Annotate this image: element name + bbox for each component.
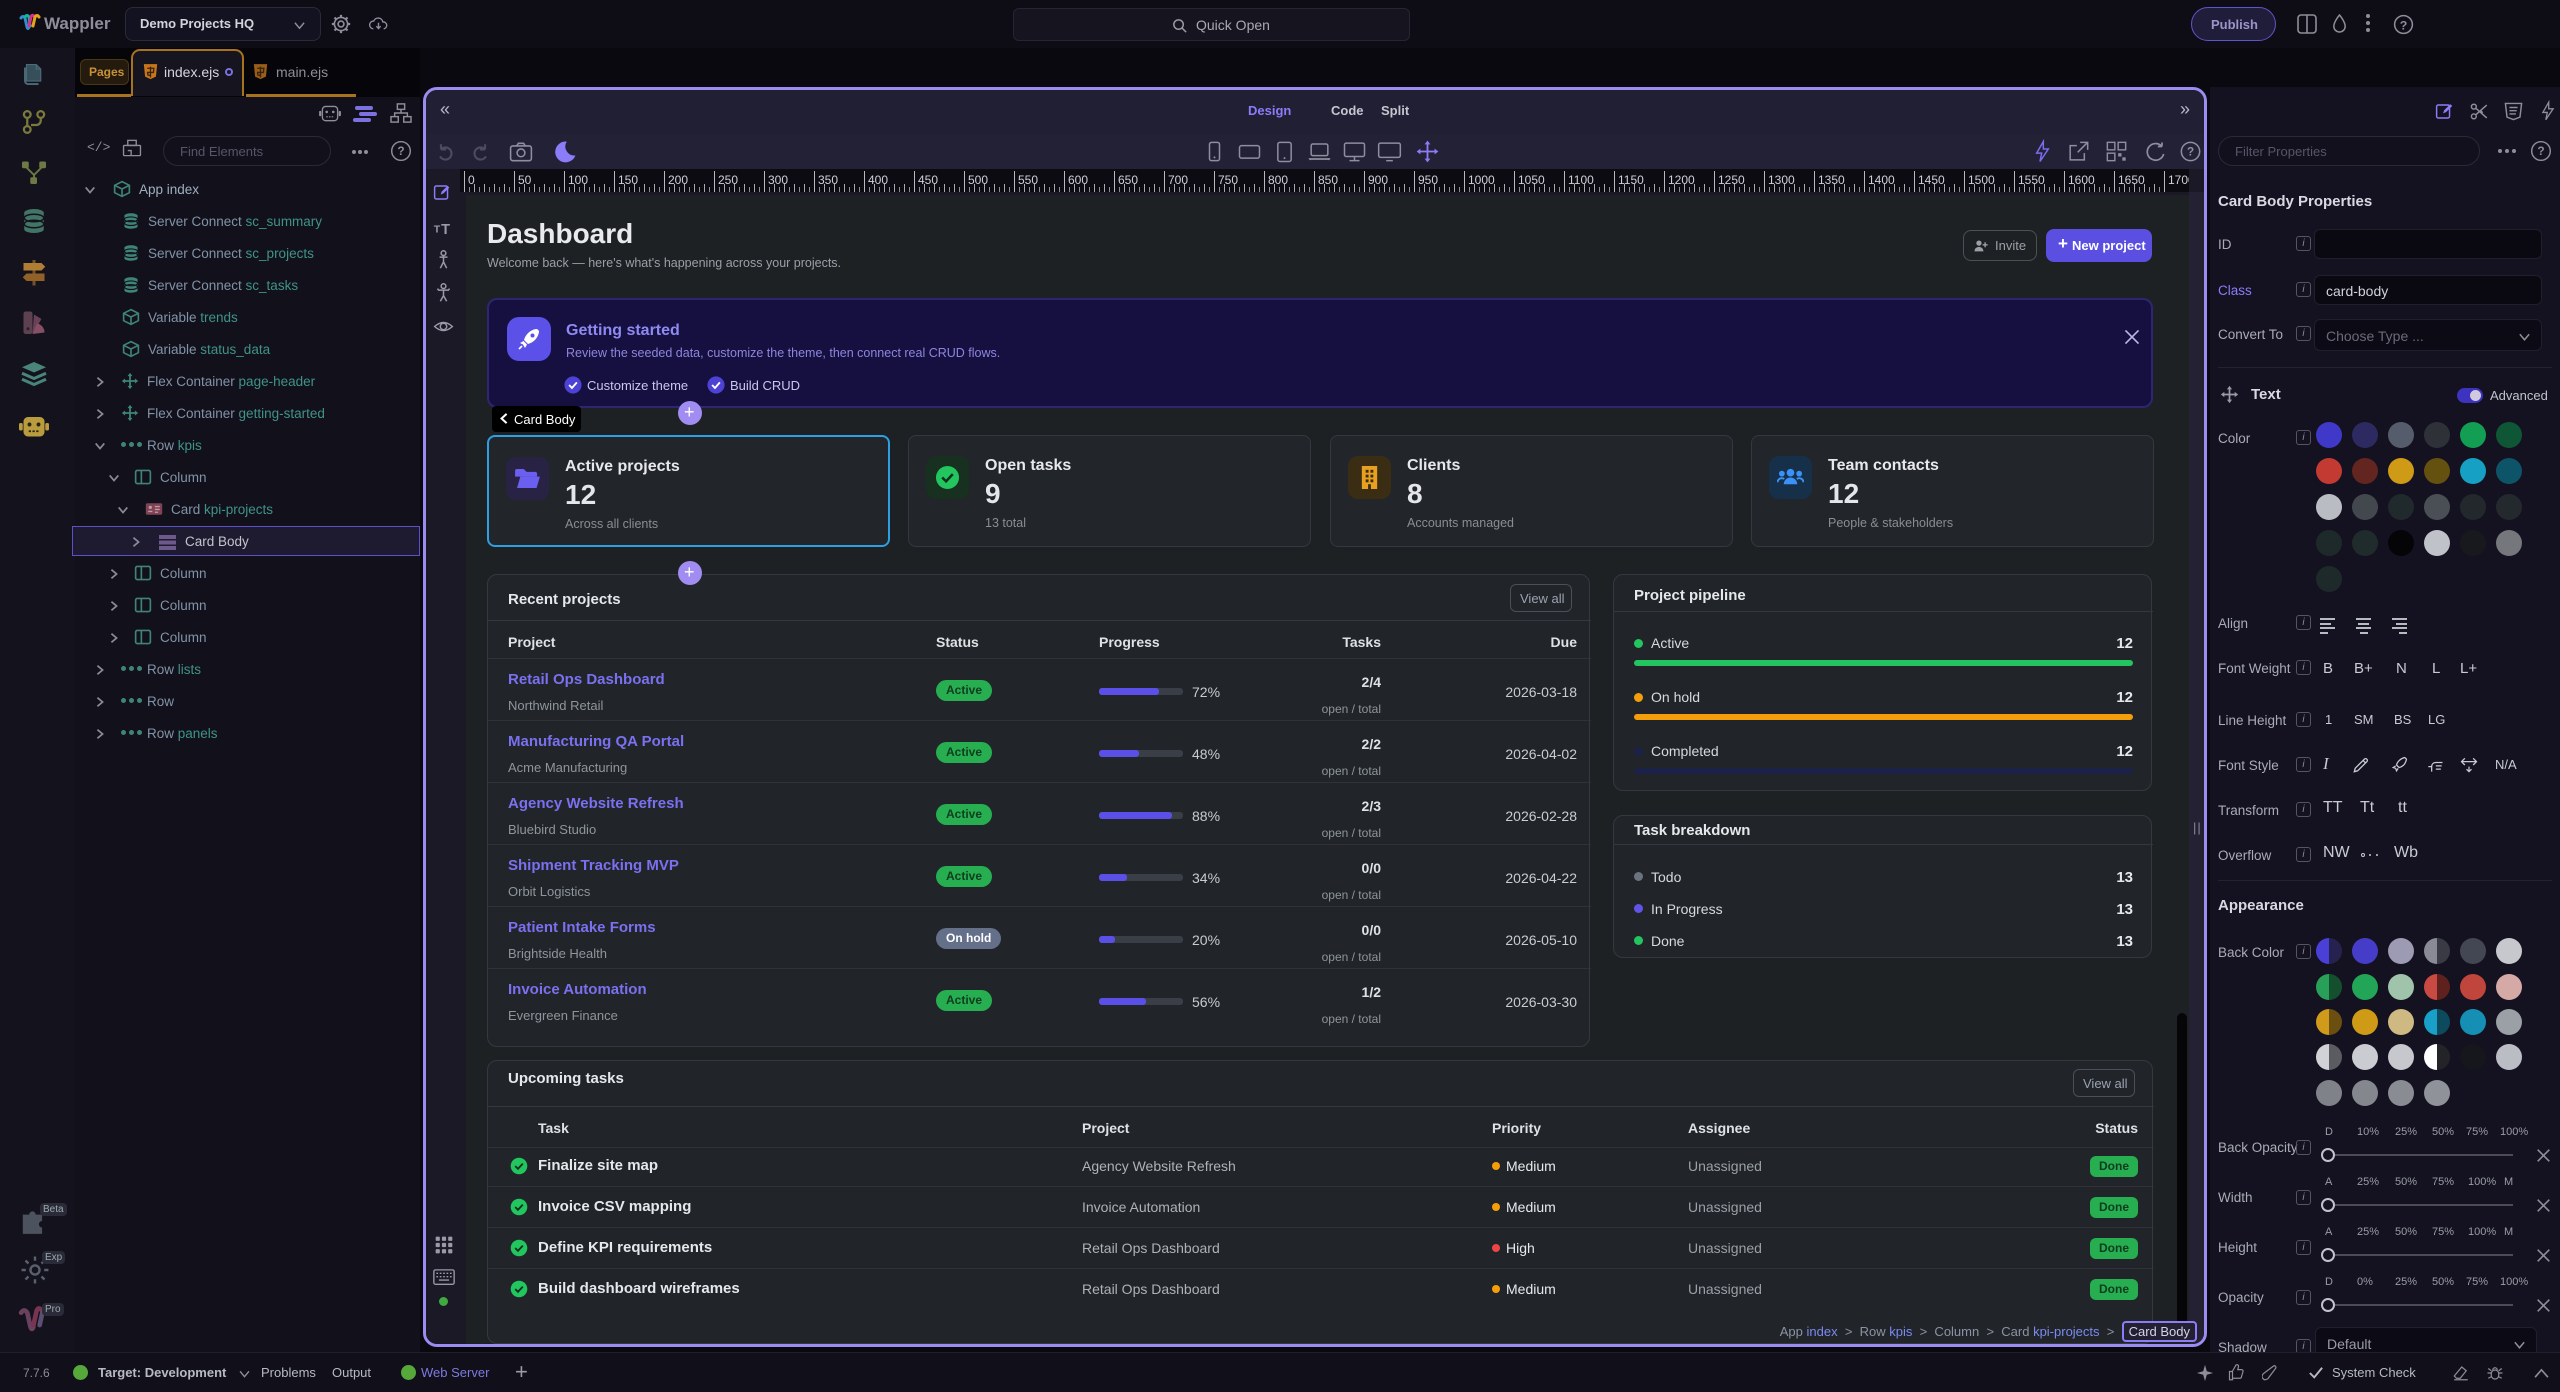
svg-text:?: ? bbox=[397, 144, 404, 158]
svg-text:T: T bbox=[434, 223, 441, 235]
svg-text:T: T bbox=[441, 222, 450, 238]
svg-text:?: ? bbox=[2400, 18, 2408, 32]
svg-text:?: ? bbox=[2537, 144, 2544, 158]
svg-text:?: ? bbox=[2187, 146, 2194, 159]
